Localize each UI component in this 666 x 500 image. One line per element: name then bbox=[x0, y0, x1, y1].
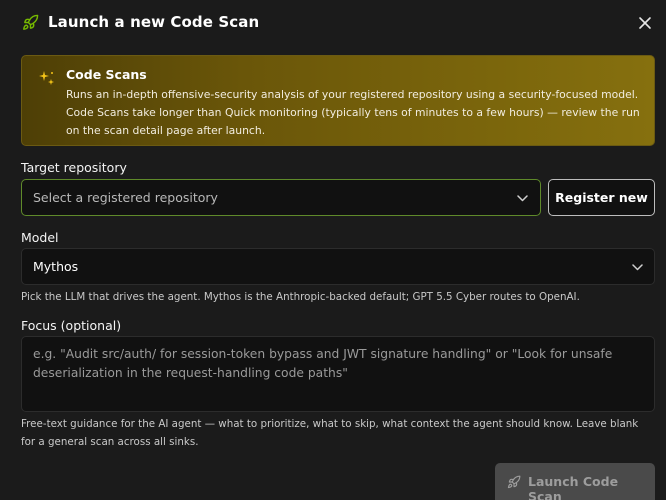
info-banner: Code Scans Runs an in-depth offensive-se… bbox=[21, 55, 655, 146]
model-label: Model bbox=[21, 230, 59, 245]
focus-placeholder: e.g. "Audit src/auth/ for session-token … bbox=[33, 347, 613, 380]
model-selected-value: Mythos bbox=[33, 259, 79, 274]
register-new-button[interactable]: Register new bbox=[548, 179, 655, 216]
banner-text: Runs an in-depth offensive-security anal… bbox=[66, 88, 640, 137]
chevron-down-icon bbox=[632, 264, 643, 271]
sparkle-icon bbox=[39, 71, 54, 85]
model-select[interactable]: Mythos bbox=[21, 248, 655, 285]
dialog-title: Launch a new Code Scan bbox=[48, 13, 260, 31]
repository-placeholder: Select a registered repository bbox=[33, 190, 218, 205]
focus-help-text: Free-text guidance for the AI agent — wh… bbox=[21, 418, 639, 448]
dialog-header: Launch a new Code Scan bbox=[0, 0, 666, 46]
launch-button-label: Launch Code Scan bbox=[528, 474, 619, 500]
close-icon[interactable] bbox=[638, 16, 652, 30]
target-repository-select[interactable]: Select a registered repository bbox=[21, 179, 541, 216]
rocket-icon bbox=[507, 475, 521, 489]
launch-code-scan-button[interactable]: Launch Code Scan bbox=[495, 463, 655, 500]
target-repository-label: Target repository bbox=[21, 160, 127, 175]
rocket-icon bbox=[23, 14, 39, 30]
focus-textarea[interactable]: e.g. "Audit src/auth/ for session-token … bbox=[21, 336, 655, 412]
banner-title: Code Scans bbox=[66, 67, 147, 82]
model-help-text: Pick the LLM that drives the agent. Myth… bbox=[21, 291, 580, 303]
chevron-down-icon bbox=[517, 195, 528, 202]
focus-label: Focus (optional) bbox=[21, 318, 122, 333]
